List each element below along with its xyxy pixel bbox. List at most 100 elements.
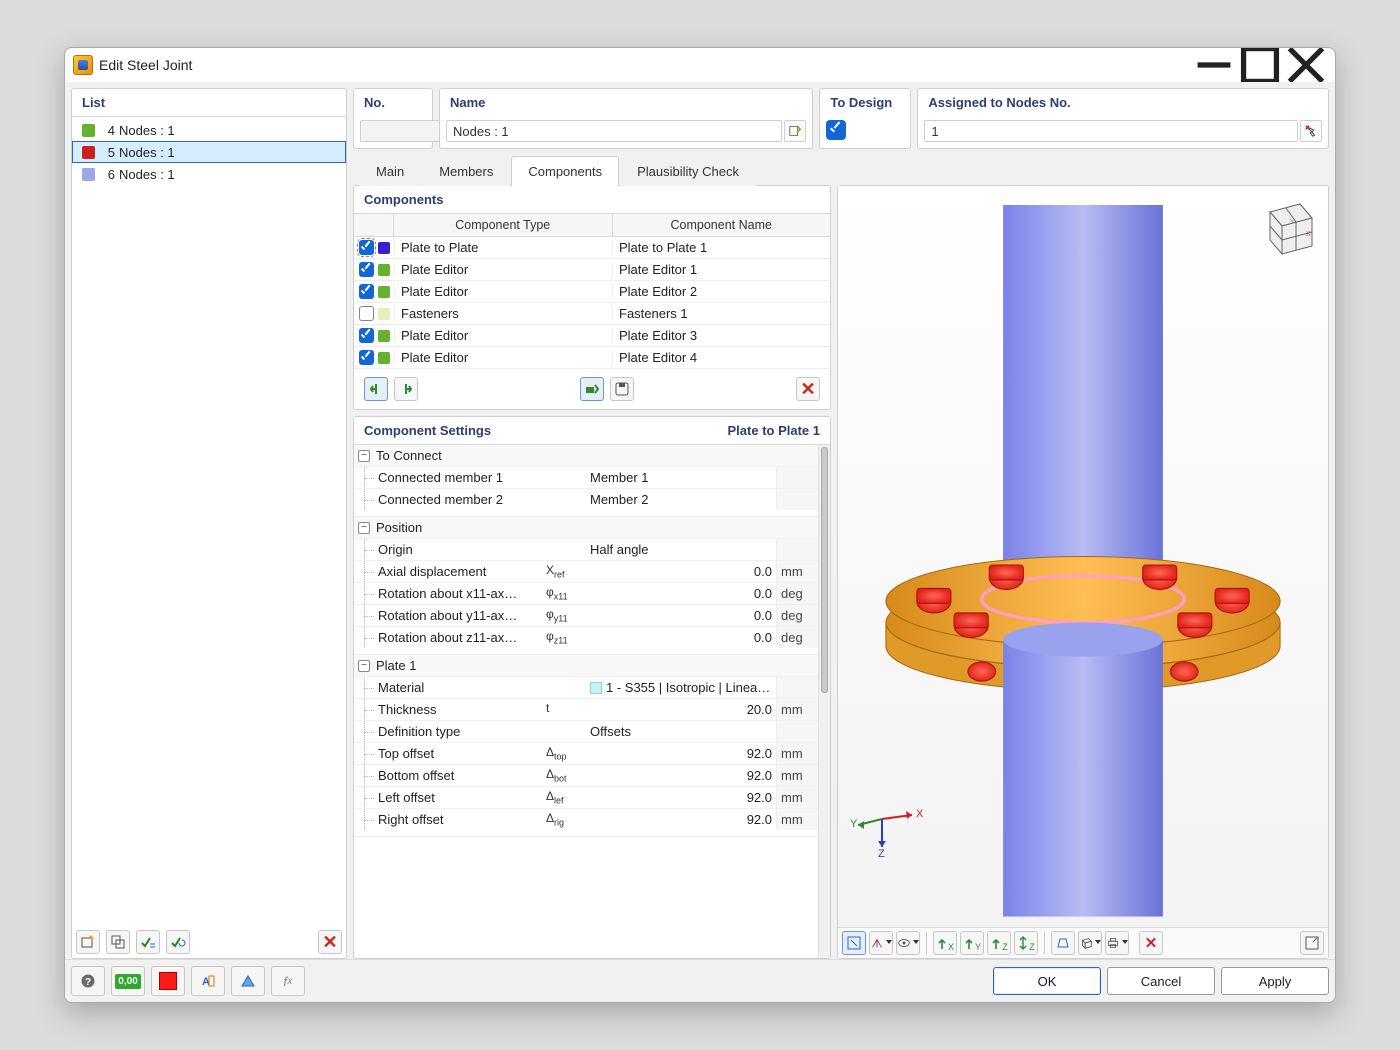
prop-row[interactable]: Rotation about y11-ax… φy11 0.0 deg bbox=[354, 604, 818, 626]
component-check[interactable] bbox=[359, 240, 374, 255]
list-item[interactable]: 6 Nodes : 1 bbox=[72, 163, 346, 185]
maximize-button[interactable] bbox=[1237, 50, 1283, 80]
prop-row[interactable]: Material 1 - S355 | Isotropic | Linea… bbox=[354, 676, 818, 698]
list-item[interactable]: 4 Nodes : 1 bbox=[72, 119, 346, 141]
save-library-button[interactable] bbox=[610, 377, 634, 401]
prop-row[interactable]: Origin Half angle bbox=[354, 538, 818, 560]
move-right-button[interactable] bbox=[394, 377, 418, 401]
component-type: Plate to Plate bbox=[394, 240, 613, 255]
component-row[interactable]: Plate Editor Plate Editor 1 bbox=[354, 259, 830, 281]
axis-up-down-button[interactable]: Z bbox=[1014, 931, 1038, 955]
tab-main[interactable]: Main bbox=[359, 156, 421, 186]
component-check[interactable] bbox=[359, 284, 374, 299]
component-check[interactable] bbox=[359, 262, 374, 277]
color-button[interactable] bbox=[151, 966, 185, 996]
prop-group-head[interactable]: − Plate 1 bbox=[354, 655, 818, 676]
close-button[interactable] bbox=[1283, 50, 1329, 80]
prop-value: Member 2 bbox=[586, 492, 776, 507]
move-left-button[interactable] bbox=[364, 377, 388, 401]
nav-cube[interactable]: Y X bbox=[1250, 194, 1320, 264]
check-all-button[interactable] bbox=[136, 930, 160, 954]
display-mode-button[interactable] bbox=[1078, 931, 1102, 955]
print-button[interactable] bbox=[1105, 931, 1129, 955]
design-checkbox[interactable] bbox=[826, 120, 846, 140]
collapse-icon[interactable]: − bbox=[358, 522, 370, 534]
prop-row[interactable]: Connected member 1 Member 1 bbox=[354, 466, 818, 488]
components-toolbar: ✕ bbox=[354, 369, 830, 409]
prop-symbol: t bbox=[546, 701, 586, 717]
tab-components[interactable]: Components bbox=[511, 156, 619, 186]
component-row[interactable]: Plate to Plate Plate to Plate 1 bbox=[354, 237, 830, 259]
minimize-button[interactable] bbox=[1191, 50, 1237, 80]
view-eye-button[interactable] bbox=[896, 931, 920, 955]
copy-item-button[interactable] bbox=[106, 930, 130, 954]
prop-row[interactable]: Rotation about x11-ax… φx11 0.0 deg bbox=[354, 582, 818, 604]
component-row[interactable]: Plate Editor Plate Editor 4 bbox=[354, 347, 830, 369]
axis-y-button[interactable]: Y bbox=[960, 931, 984, 955]
component-color bbox=[378, 286, 390, 298]
prop-group-title: To Connect bbox=[376, 448, 442, 463]
edit-name-button[interactable] bbox=[784, 120, 806, 142]
list-item-color bbox=[82, 168, 95, 181]
expand-viewer-button[interactable] bbox=[1300, 931, 1324, 955]
prop-row[interactable]: Thickness t 20.0 mm bbox=[354, 698, 818, 720]
cancel-button[interactable]: Cancel bbox=[1107, 967, 1215, 995]
name-input[interactable] bbox=[446, 120, 782, 142]
axis-z-button[interactable]: Z bbox=[987, 931, 1011, 955]
prop-row[interactable]: Right offset Δrig 92.0 mm bbox=[354, 808, 818, 830]
prop-row[interactable]: Top offset Δtop 92.0 mm bbox=[354, 742, 818, 764]
prop-group-head[interactable]: − Position bbox=[354, 517, 818, 538]
remove-view-button[interactable]: ✕ bbox=[1139, 931, 1163, 955]
new-item-button[interactable] bbox=[76, 930, 100, 954]
apply-button[interactable]: Apply bbox=[1221, 967, 1329, 995]
import-button[interactable] bbox=[580, 377, 604, 401]
tab-plausibility[interactable]: Plausibility Check bbox=[620, 156, 756, 186]
list-item-label: Nodes : 1 bbox=[119, 123, 175, 138]
prop-group-head[interactable]: − To Connect bbox=[354, 445, 818, 466]
prop-row[interactable]: Left offset Δlef 92.0 mm bbox=[354, 786, 818, 808]
prop-row[interactable]: Rotation about z11-ax… φz11 0.0 deg bbox=[354, 626, 818, 648]
component-row[interactable]: Plate Editor Plate Editor 2 bbox=[354, 281, 830, 303]
component-check[interactable] bbox=[359, 306, 374, 321]
analysis-button[interactable] bbox=[231, 966, 265, 996]
settings-scrollbar[interactable] bbox=[818, 445, 830, 958]
prop-symbol: Δlef bbox=[546, 789, 586, 805]
ok-button[interactable]: OK bbox=[993, 967, 1101, 995]
component-check[interactable] bbox=[359, 350, 374, 365]
list-toolbar: ✕ bbox=[72, 926, 346, 958]
collapse-icon[interactable]: − bbox=[358, 660, 370, 672]
component-color bbox=[378, 264, 390, 276]
units-button[interactable]: 0,00 bbox=[111, 966, 145, 996]
components-table-head: Component Type Component Name bbox=[354, 214, 830, 237]
prop-row[interactable]: Bottom offset Δbot 92.0 mm bbox=[354, 764, 818, 786]
prop-row[interactable]: Definition type Offsets bbox=[354, 720, 818, 742]
prop-label: Origin bbox=[378, 542, 546, 557]
delete-item-button[interactable]: ✕ bbox=[318, 930, 342, 954]
prop-label: Connected member 2 bbox=[378, 492, 546, 507]
help-button[interactable]: ? bbox=[71, 966, 105, 996]
components-header: Components bbox=[354, 186, 830, 214]
axis-x-button[interactable]: X bbox=[933, 931, 957, 955]
component-row[interactable]: Plate Editor Plate Editor 3 bbox=[354, 325, 830, 347]
pick-node-button[interactable] bbox=[1300, 120, 1322, 142]
component-row[interactable]: Fasteners Fasteners 1 bbox=[354, 303, 830, 325]
formula-button[interactable]: f𝑥 bbox=[271, 966, 305, 996]
tab-members[interactable]: Members bbox=[422, 156, 510, 186]
svg-text:X: X bbox=[1306, 231, 1311, 238]
prop-unit: mm bbox=[776, 561, 818, 582]
view-axes-button[interactable] bbox=[869, 931, 893, 955]
check-reset-button[interactable] bbox=[166, 930, 190, 954]
component-check[interactable] bbox=[359, 328, 374, 343]
prop-value: 1 - S355 | Isotropic | Linea… bbox=[586, 680, 776, 695]
dialog-footer: ? 0,00 A f𝑥 OK Cancel Apply bbox=[65, 959, 1335, 1002]
perspective-button[interactable] bbox=[1051, 931, 1075, 955]
prop-row[interactable]: Connected member 2 Member 2 bbox=[354, 488, 818, 510]
prop-row[interactable]: Axial displacement Xref 0.0 mm bbox=[354, 560, 818, 582]
collapse-icon[interactable]: − bbox=[358, 450, 370, 462]
assigned-input[interactable] bbox=[924, 120, 1298, 142]
viewer-canvas[interactable]: Y X X Y Z bbox=[838, 186, 1328, 927]
text-settings-button[interactable]: A bbox=[191, 966, 225, 996]
list-item[interactable]: 5 Nodes : 1 bbox=[72, 141, 346, 163]
view-select-button[interactable] bbox=[842, 931, 866, 955]
delete-component-button[interactable]: ✕ bbox=[796, 377, 820, 401]
